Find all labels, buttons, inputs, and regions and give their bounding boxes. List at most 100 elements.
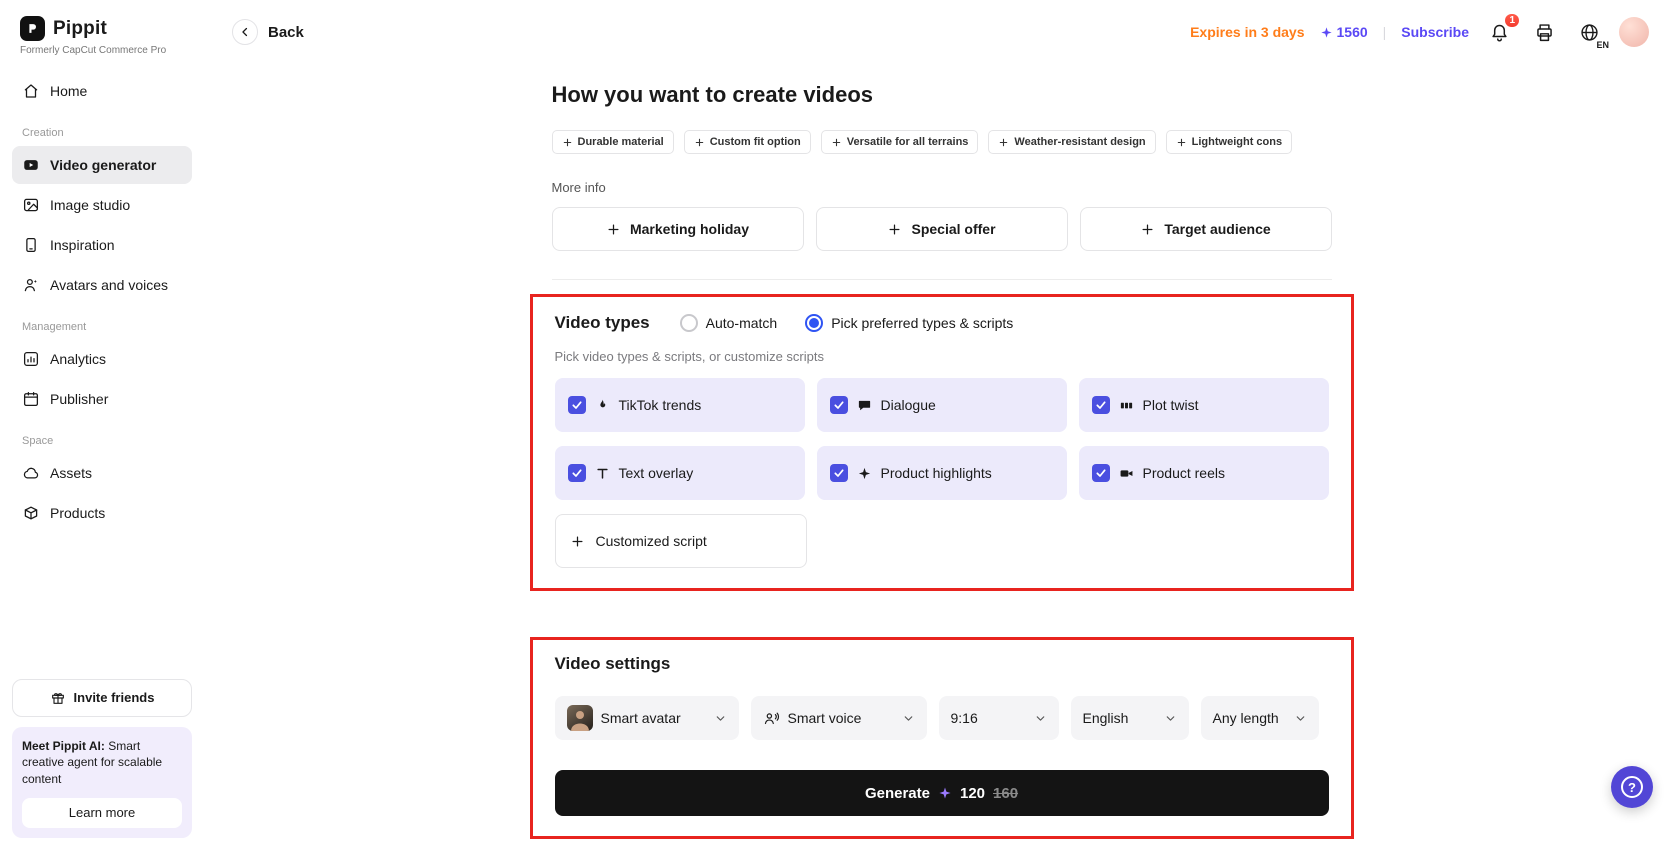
info-button-label: Marketing holiday (629, 221, 750, 237)
sidebar-item-publisher[interactable]: Publisher (12, 380, 192, 418)
dropdown-value: Smart avatar (600, 710, 681, 726)
checkbox-checked[interactable] (1091, 396, 1110, 414)
video-types-helper: Pick video types & scripts, or customize… (554, 349, 824, 364)
plus-icon (608, 224, 619, 234)
section-label-creation: Creation (22, 127, 64, 139)
sidebar-item-assets[interactable]: Assets (12, 454, 192, 492)
video-camera-icon (1119, 466, 1134, 481)
sidebar-item-video-generator[interactable]: Video generator (12, 146, 192, 184)
page-title: How you want to create videos (551, 82, 874, 107)
checkbox-checked[interactable] (1091, 464, 1110, 482)
language-label: EN (1595, 40, 1610, 50)
radio-icon[interactable] (679, 314, 698, 332)
option-label: Plot twist (1142, 397, 1199, 413)
orders-button[interactable] (1529, 17, 1559, 47)
sidebar-item-label: Inspiration (50, 237, 115, 253)
add-target-audience-button[interactable]: Target audience (1079, 207, 1332, 251)
radio-icon[interactable] (805, 314, 824, 332)
sidebar-item-avatars-voices[interactable]: Avatars and voices (12, 266, 192, 304)
app: Pippit Formerly CapCut Commerce Pro Home… (0, 0, 1679, 852)
notification-badge: 1 (1503, 12, 1521, 29)
invite-friends-button[interactable]: Invite friends (12, 678, 192, 717)
video-generator-icon (22, 156, 40, 174)
radio-pick-preferred[interactable]: Pick preferred types & scripts (805, 314, 1013, 332)
checkbox-checked[interactable] (567, 396, 586, 414)
promo-card: Meet Pippit AI: Smart creative agent for… (12, 726, 192, 838)
pippit-logo-icon (20, 16, 45, 41)
chip-custom-fit[interactable]: Custom fit option (683, 130, 811, 154)
generate-cost: 120 (959, 784, 986, 802)
learn-more-button[interactable]: Learn more (22, 798, 182, 828)
generate-button[interactable]: Generate 120 160 (554, 770, 1329, 816)
option-dialogue[interactable]: Dialogue (816, 378, 1067, 432)
notifications-button[interactable]: 1 (1484, 12, 1521, 47)
page-content: How you want to create videos Durable ma… (204, 64, 1679, 852)
dropdown-value: 9:16 (950, 710, 978, 726)
dropdown-value: Any length (1212, 710, 1279, 726)
add-marketing-holiday-button[interactable]: Marketing holiday (551, 207, 804, 251)
plus-icon (832, 138, 841, 146)
cloud-icon (22, 464, 40, 482)
option-label: Product highlights (880, 465, 992, 481)
aspect-ratio-dropdown[interactable]: 9:16 (938, 696, 1059, 740)
box-icon (22, 504, 40, 522)
chip-weather-resistant[interactable]: Weather-resistant design (988, 130, 1156, 154)
home-icon (22, 82, 40, 100)
radio-auto-match[interactable]: Auto-match (679, 314, 778, 332)
sidebar-nav: Home Creation Video generator Image stud… (12, 72, 192, 532)
back-button[interactable]: Back (232, 19, 304, 45)
language-dropdown[interactable]: English (1070, 696, 1189, 740)
chevron-down-icon (902, 712, 915, 725)
info-button-label: Special offer (911, 221, 996, 237)
divider: | (1382, 24, 1387, 40)
chip-versatile-terrains[interactable]: Versatile for all terrains (820, 130, 979, 154)
pippit-logo[interactable]: Pippit (12, 14, 192, 41)
annotation-box-video-types: Video types Auto-match Pick preferred ty… (529, 294, 1354, 591)
check-icon (1095, 469, 1106, 477)
subscribe-link[interactable]: Subscribe (1401, 24, 1469, 40)
video-types-radio-group: Auto-match Pick preferred types & script… (679, 314, 1013, 332)
language-button[interactable]: EN (1574, 17, 1610, 50)
sidebar-item-inspiration[interactable]: Inspiration (12, 226, 192, 264)
sidebar-item-label: Image studio (50, 197, 131, 213)
option-product-highlights[interactable]: Product highlights (816, 446, 1067, 500)
fire-icon (595, 398, 610, 413)
topbar-right: Expires in 3 days 1560 | Subscribe 1 EN (1190, 12, 1649, 50)
sidebar-item-products[interactable]: Products (12, 494, 192, 532)
brand-name: Pippit (53, 17, 107, 39)
option-tiktok-trends[interactable]: TikTok trends (554, 378, 805, 432)
customized-script-button[interactable]: Customized script (554, 514, 807, 568)
credits-counter[interactable]: 1560 (1320, 24, 1368, 40)
chip-label: Lightweight cons (1191, 136, 1283, 148)
chip-lightweight[interactable]: Lightweight cons (1165, 130, 1293, 154)
speech-bubble-icon (857, 398, 872, 413)
sidebar-item-home[interactable]: Home (12, 72, 192, 110)
add-special-offer-button[interactable]: Special offer (815, 207, 1068, 251)
help-button[interactable]: ? (1611, 766, 1653, 808)
expires-badge: Expires in 3 days (1190, 24, 1305, 40)
option-product-reels[interactable]: Product reels (1078, 446, 1329, 500)
sidebar-item-label: Video generator (50, 157, 157, 173)
checkbox-checked[interactable] (567, 464, 586, 482)
option-plot-twist[interactable]: Plot twist (1078, 378, 1329, 432)
sidebar-item-image-studio[interactable]: Image studio (12, 186, 192, 224)
sparkle-icon (857, 466, 872, 481)
person-icon (22, 276, 40, 294)
user-avatar[interactable] (1619, 17, 1649, 47)
chip-durable-material[interactable]: Durable material (551, 130, 674, 154)
dropdown-value: English (1082, 710, 1129, 726)
voice-dropdown[interactable]: Smart voice (750, 696, 927, 740)
checkbox-checked[interactable] (829, 396, 848, 414)
length-dropdown[interactable]: Any length (1200, 696, 1319, 740)
video-settings-title: Video settings (554, 654, 671, 673)
settings-dropdowns: Smart avatar Smart voice 9:16 English An… (554, 696, 1329, 740)
option-label: Dialogue (880, 397, 936, 413)
sidebar-item-label: Home (50, 83, 88, 99)
avatar-dropdown[interactable]: Smart avatar (554, 696, 739, 740)
sidebar-item-label: Publisher (50, 391, 109, 407)
sidebar-item-analytics[interactable]: Analytics (12, 340, 192, 378)
checkbox-checked[interactable] (829, 464, 848, 482)
sparkle-icon (938, 786, 952, 800)
radio-label: Auto-match (705, 315, 778, 331)
option-text-overlay[interactable]: Text overlay (554, 446, 805, 500)
